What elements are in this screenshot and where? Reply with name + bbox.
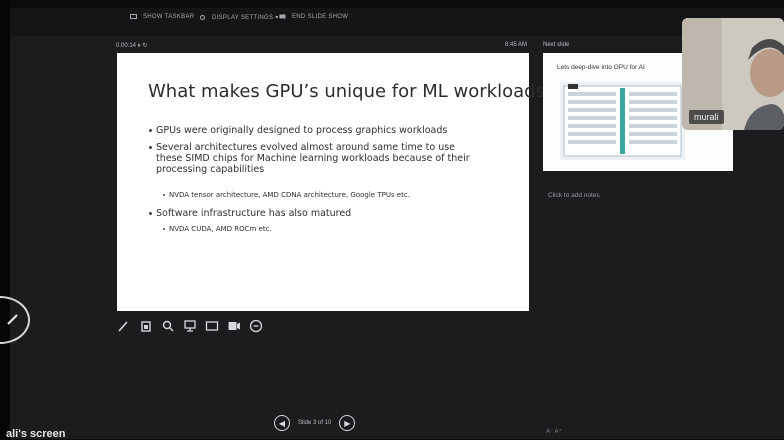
pencil-icon	[6, 312, 20, 331]
clock: 8:45 AM	[505, 42, 528, 48]
text-size-controls[interactable]: A⁻ A⁺	[546, 428, 562, 435]
sub-bullet-2: NVDA CUDA, AMD ROCm etc.	[169, 225, 272, 233]
left-edge	[0, 0, 10, 439]
bullet-2-line-3: processing capabilities	[156, 164, 265, 175]
bullet-1: GPUs were originally designed to process…	[156, 125, 447, 136]
subtitles-icon[interactable]	[204, 318, 220, 334]
slide-tools	[116, 316, 264, 336]
bullet-2-line-2: these SIMD chips for Machine learning wo…	[156, 153, 470, 164]
bullet-dot	[149, 129, 152, 132]
end-slide-show-label: END SLIDE SHOW	[292, 14, 349, 21]
laser-pointer-icon[interactable]	[138, 318, 154, 334]
slide-counter[interactable]: Slide 3 of 10	[298, 420, 331, 426]
see-all-slides-icon[interactable]	[182, 318, 198, 334]
slide-title: What makes GPU’s unique for ML workloads	[148, 81, 545, 102]
next-slide-title: Lets deep-dive into GPU for AI	[557, 64, 645, 71]
sub-bullet-1: NVDA tensor architecture, AMD CDNA archi…	[169, 191, 410, 199]
chevron-left-icon: ◀	[278, 418, 286, 428]
bullet-dot	[149, 146, 152, 149]
display-icon	[130, 14, 137, 19]
end-slide-show-button[interactable]: END SLIDE SHOW	[279, 14, 348, 20]
bullet-3: Software infrastructure has also matured	[156, 208, 351, 219]
chevron-right-icon: ▶	[344, 418, 351, 428]
more-options-icon[interactable]	[248, 318, 264, 334]
end-show-icon	[279, 14, 286, 19]
display-settings-label: DISPLAY SETTINGS ▾	[212, 15, 279, 21]
bullet-2-line-1: Several architectures evolved almost aro…	[156, 142, 456, 153]
sub-bullet-dot	[163, 194, 165, 196]
screen-share-label: ali's screen	[6, 428, 66, 440]
show-taskbar-label: SHOW TASKBAR	[143, 14, 195, 21]
participant-name: murali	[689, 110, 724, 124]
next-slide-diagram	[560, 82, 685, 160]
presenter-toolbar-top	[10, 8, 784, 36]
previous-slide-button[interactable]: ◀	[274, 415, 290, 431]
display-settings-button[interactable]: DISPLAY SETTINGS ▾	[199, 14, 279, 21]
sub-bullet-dot	[163, 228, 165, 230]
bullet-3-line-1: Software infrastructure has also matured	[156, 208, 352, 219]
zoom-icon[interactable]	[160, 318, 176, 334]
bullet-1-line-1: GPUs were originally designed to process…	[156, 125, 448, 136]
bullet-dot	[149, 212, 152, 215]
show-taskbar-button[interactable]: SHOW TASKBAR	[130, 14, 194, 20]
presentation-timer[interactable]: 0:00:14 ⏸ ↻	[116, 42, 147, 50]
next-slide-button[interactable]: ▶	[339, 415, 356, 431]
settings-icon	[199, 14, 206, 20]
notes-area[interactable]: Click to add notes	[548, 192, 600, 199]
bullet-2: Several architectures evolved almost aro…	[156, 142, 470, 175]
camera-icon[interactable]	[226, 318, 242, 334]
next-slide-label: Next slide	[543, 42, 570, 48]
slide-navigation: ◀ Slide 3 of 10 ▶	[274, 415, 356, 431]
pen-icon[interactable]	[116, 318, 132, 334]
